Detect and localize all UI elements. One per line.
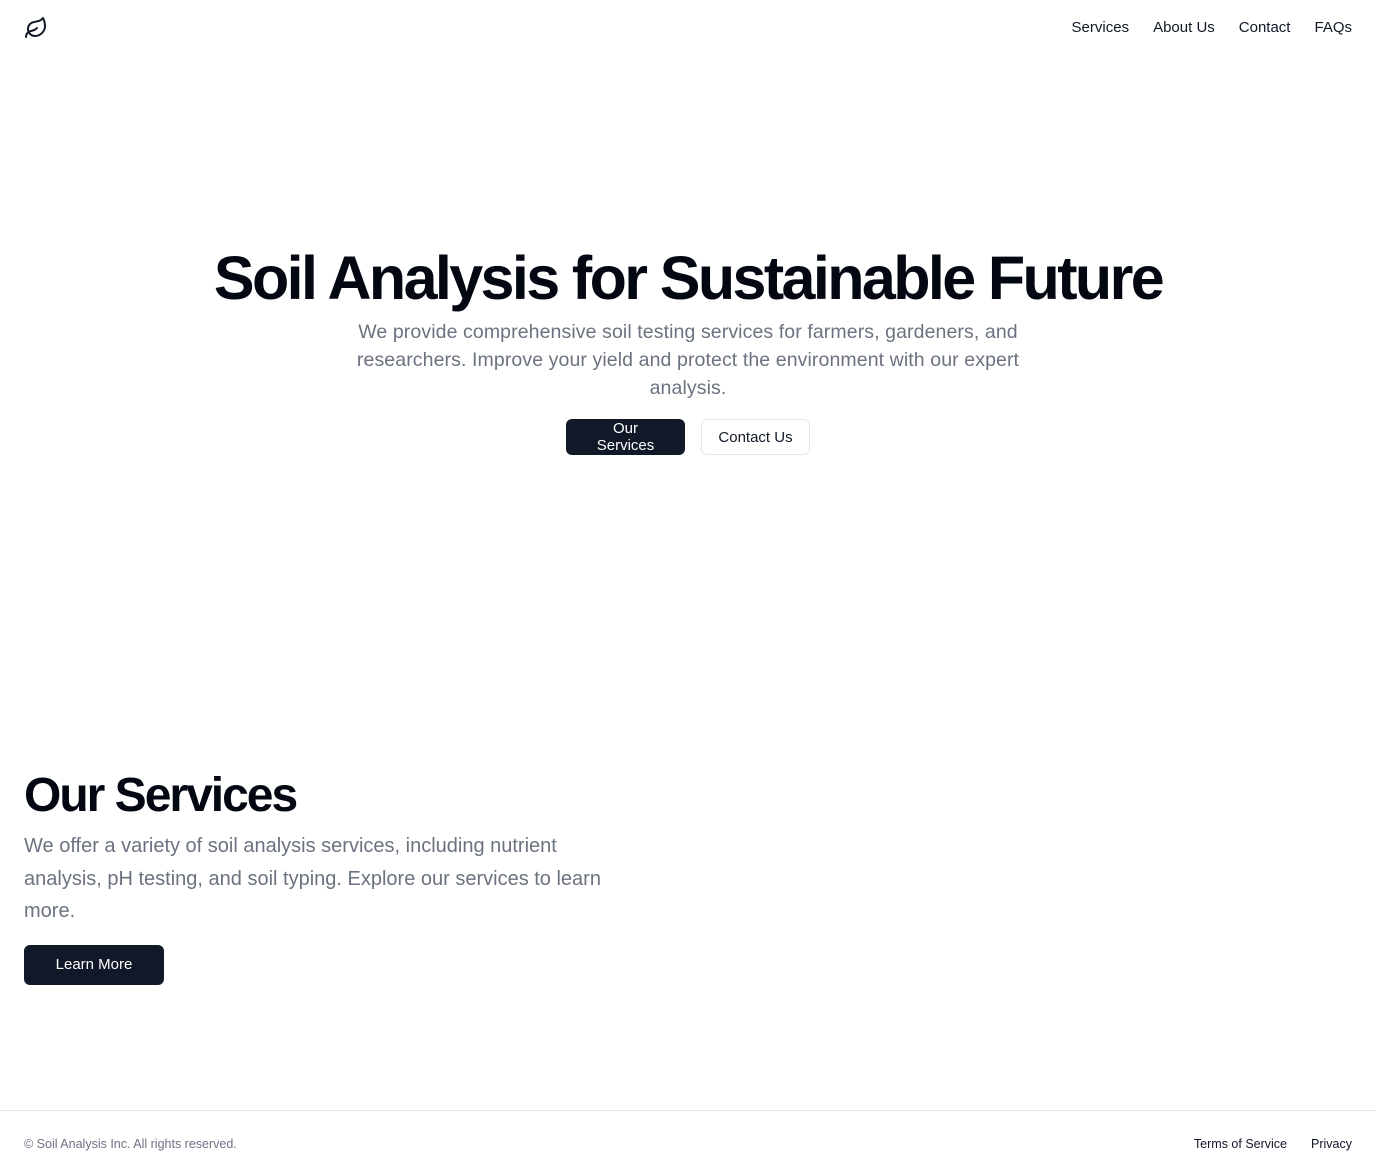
copyright-text: © Soil Analysis Inc. All rights reserved…	[24, 1137, 237, 1151]
nav-link-faqs[interactable]: FAQs	[1314, 17, 1352, 39]
leaf-icon[interactable]	[24, 16, 48, 40]
site-footer: © Soil Analysis Inc. All rights reserved…	[0, 1110, 1376, 1175]
footer-links: Terms of Service Privacy	[1194, 1135, 1352, 1153]
nav-link-contact[interactable]: Contact	[1239, 17, 1291, 39]
hero-actions: Our Services Contact Us	[0, 419, 1376, 455]
footer-link-privacy[interactable]: Privacy	[1311, 1135, 1352, 1153]
hero-section: Soil Analysis for Sustainable Future We …	[0, 240, 1376, 455]
services-title: Our Services	[24, 769, 298, 822]
services-description: We offer a variety of soil analysis serv…	[24, 835, 601, 922]
main-nav: Services About Us Contact FAQs	[1072, 17, 1352, 39]
services-section: Our Services We offer a variety of soil …	[24, 766, 624, 985]
our-services-button[interactable]: Our Services	[566, 419, 685, 455]
learn-more-button[interactable]: Learn More	[24, 944, 164, 985]
hero-title: Soil Analysis for Sustainable Future	[213, 244, 1165, 312]
contact-us-button[interactable]: Contact Us	[701, 419, 810, 455]
nav-link-about-us[interactable]: About Us	[1153, 17, 1215, 39]
footer-link-terms[interactable]: Terms of Service	[1194, 1135, 1287, 1153]
hero-subtitle: We provide comprehensive soil testing se…	[356, 321, 1020, 399]
site-header: Services About Us Contact FAQs	[0, 0, 1376, 56]
nav-link-services[interactable]: Services	[1072, 17, 1130, 39]
